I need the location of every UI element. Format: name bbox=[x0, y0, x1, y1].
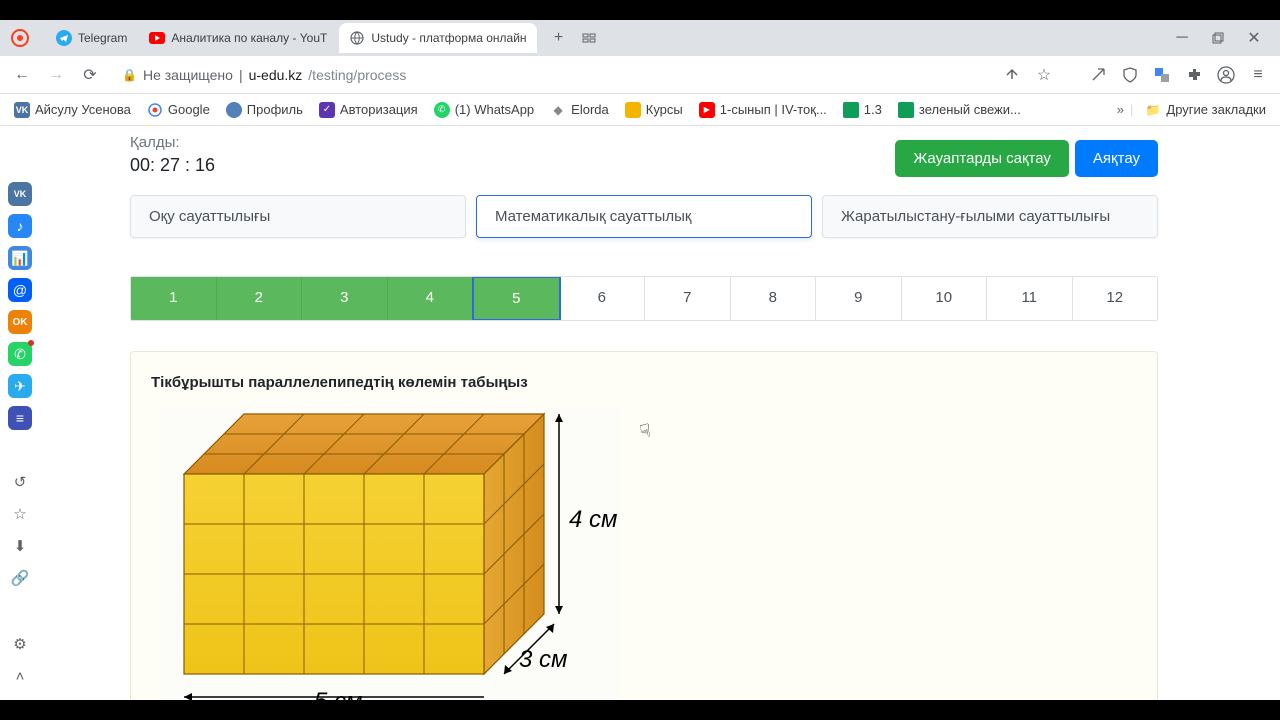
menu-icon[interactable]: ≡ bbox=[1244, 61, 1272, 89]
tab-telegram[interactable]: Telegram bbox=[46, 23, 137, 53]
question-number-9[interactable]: 9 bbox=[816, 277, 902, 320]
question-number-2[interactable]: 2 bbox=[217, 277, 303, 320]
sidebar-stats-icon[interactable]: 📊 bbox=[8, 246, 32, 270]
sidebar-favorites-icon[interactable]: ☆ bbox=[8, 502, 32, 526]
sidebar-list-icon[interactable]: ≡ bbox=[8, 406, 32, 430]
question-image: 4 см 3 см 5 см bbox=[159, 409, 619, 700]
question-number-7[interactable]: 7 bbox=[645, 277, 731, 320]
question-number-12[interactable]: 12 bbox=[1073, 277, 1158, 320]
bookmark-item[interactable]: ◆Elorda bbox=[544, 98, 615, 122]
profile-icon[interactable] bbox=[1212, 61, 1240, 89]
save-answers-button[interactable]: Жауаптарды сақтау bbox=[895, 140, 1069, 177]
bookmark-item[interactable]: ✆(1) WhatsApp bbox=[428, 98, 540, 122]
sidebar-music-icon[interactable]: ♪ bbox=[8, 214, 32, 238]
timer-label: Қалды: bbox=[130, 134, 895, 151]
tab-bar: Telegram Аналитика по каналу - YouT Ustu… bbox=[0, 20, 1280, 56]
sidebar-telegram-icon[interactable]: ✈ bbox=[8, 374, 32, 398]
question-navigator: 123456789101112 bbox=[130, 276, 1158, 321]
question-number-6[interactable]: 6 bbox=[560, 277, 646, 320]
share-icon[interactable] bbox=[998, 61, 1026, 89]
height-label: 4 см bbox=[569, 506, 617, 533]
sidebar-collapse-icon[interactable]: ˄ bbox=[8, 664, 32, 688]
question-panel: Тікбұрышты параллелепипедтің көлемін таб… bbox=[130, 351, 1158, 700]
section-tabs: Оқу сауаттылығы Математикалық сауаттылық… bbox=[130, 195, 1158, 238]
section-tab-math[interactable]: Математикалық сауаттылық bbox=[476, 195, 812, 238]
browser-sidebar: VK ♪ 📊 @ OK ✆ ✈ ≡ ↺ ☆ ⬇ 🔗 ⚙ ˄ bbox=[0, 126, 40, 700]
question-number-11[interactable]: 11 bbox=[987, 277, 1073, 320]
url-input[interactable]: 🔒 Не защищено | u-edu.kz/testing/process bbox=[110, 61, 992, 89]
tab-title: Ustudy - платформа онлайн bbox=[371, 31, 526, 45]
finish-button[interactable]: Аяқтау bbox=[1075, 140, 1158, 177]
width-label: 5 см bbox=[314, 688, 362, 700]
question-number-10[interactable]: 10 bbox=[902, 277, 988, 320]
tab-youtube-analytics[interactable]: Аналитика по каналу - YouT bbox=[139, 23, 337, 53]
sidebar-whatsapp-icon[interactable]: ✆ bbox=[8, 342, 32, 366]
question-text: Тікбұрышты параллелепипедтің көлемін таб… bbox=[151, 374, 1137, 391]
url-domain: u-edu.kz bbox=[249, 67, 303, 83]
telegram-icon bbox=[56, 30, 72, 46]
tab-title: Telegram bbox=[78, 31, 127, 45]
bookmark-item[interactable]: 1.3 bbox=[837, 98, 888, 122]
youtube-icon bbox=[149, 30, 165, 46]
section-tab-reading[interactable]: Оқу сауаттылығы bbox=[130, 195, 466, 238]
bookmark-item[interactable]: VKАйсулу Усенова bbox=[8, 98, 137, 122]
sidebar-vk-icon[interactable]: VK bbox=[8, 182, 32, 206]
maximize-button[interactable] bbox=[1204, 24, 1232, 52]
bookmark-item[interactable]: зеленый свежи... bbox=[892, 98, 1027, 122]
minimize-button[interactable]: ─ bbox=[1168, 24, 1196, 52]
address-bar: ← → ⟳ 🔒 Не защищено | u-edu.kz/testing/p… bbox=[0, 56, 1280, 94]
sidebar-ok-icon[interactable]: OK bbox=[8, 310, 32, 334]
question-number-5[interactable]: 5 bbox=[472, 276, 561, 321]
bookmark-item[interactable]: Google bbox=[141, 98, 216, 122]
question-number-8[interactable]: 8 bbox=[731, 277, 817, 320]
send-icon[interactable] bbox=[1084, 61, 1112, 89]
other-bookmarks-folder[interactable]: 📁Другие закладки bbox=[1139, 98, 1272, 122]
bookmark-item[interactable]: Курсы bbox=[619, 98, 689, 122]
tab-ustudy[interactable]: Ustudy - платформа онлайн bbox=[339, 23, 536, 53]
globe-icon bbox=[349, 30, 365, 46]
sidebar-downloads-icon[interactable]: ⬇ bbox=[8, 534, 32, 558]
bookmarks-overflow-icon[interactable]: » bbox=[1117, 102, 1124, 117]
bookmark-item[interactable]: ▶1-сынып | IV-тоқ... bbox=[693, 98, 833, 122]
forward-button[interactable]: → bbox=[42, 61, 70, 89]
translate-icon[interactable] bbox=[1148, 61, 1176, 89]
question-number-1[interactable]: 1 bbox=[131, 277, 217, 320]
tab-search-button[interactable] bbox=[577, 26, 601, 50]
timer-value: 00: 27 : 16 bbox=[130, 155, 895, 176]
close-button[interactable]: ✕ bbox=[1240, 24, 1268, 52]
not-secure-icon: 🔒 bbox=[122, 68, 137, 82]
new-tab-button[interactable]: + bbox=[547, 26, 571, 50]
reload-button[interactable]: ⟳ bbox=[76, 61, 104, 89]
question-number-3[interactable]: 3 bbox=[302, 277, 388, 320]
sidebar-mail-icon[interactable]: @ bbox=[8, 278, 32, 302]
bookmark-star-icon[interactable]: ☆ bbox=[1030, 61, 1058, 89]
extensions-icon[interactable] bbox=[1180, 61, 1208, 89]
shield-icon[interactable] bbox=[1116, 61, 1144, 89]
bookmarks-bar: VKАйсулу Усенова Google Профиль ✓Авториз… bbox=[0, 94, 1280, 126]
bookmark-item[interactable]: Профиль bbox=[220, 98, 309, 122]
sidebar-settings-icon[interactable]: ⚙ bbox=[8, 632, 32, 656]
secure-label: Не защищено bbox=[143, 67, 233, 83]
url-path: /testing/process bbox=[308, 67, 406, 83]
bookmark-item[interactable]: ✓Авторизация bbox=[313, 98, 424, 122]
depth-label: 3 см bbox=[519, 646, 567, 673]
sidebar-link-icon[interactable]: 🔗 bbox=[8, 566, 32, 590]
tab-title: Аналитика по каналу - YouT bbox=[171, 31, 327, 45]
page-content: ▼ Қалды: 00: 27 : 16 Жауаптарды сақтау А… bbox=[40, 126, 1268, 700]
back-button[interactable]: ← bbox=[8, 61, 36, 89]
sidebar-history-icon[interactable]: ↺ bbox=[8, 470, 32, 494]
section-tab-science[interactable]: Жаратылыстану-ғылыми сауаттылығы bbox=[822, 195, 1158, 238]
question-number-4[interactable]: 4 bbox=[388, 277, 474, 320]
browser-logo-icon[interactable] bbox=[8, 26, 32, 50]
